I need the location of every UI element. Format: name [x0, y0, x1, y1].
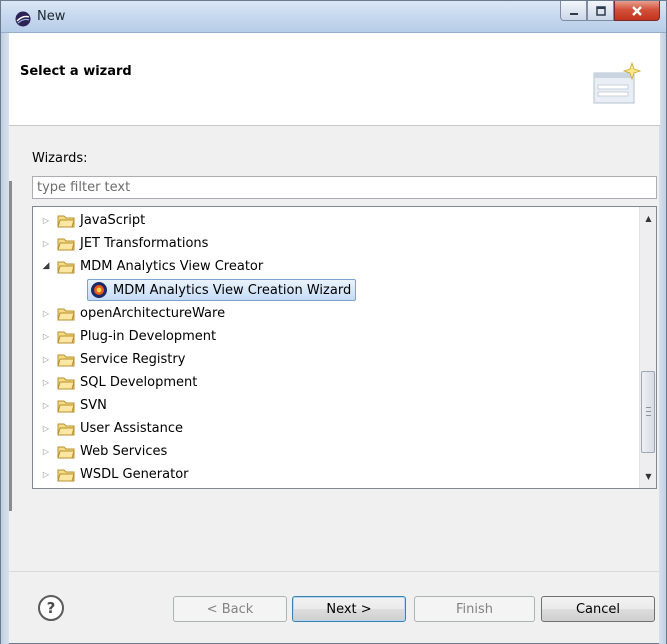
folder-open-icon: [57, 261, 75, 273]
tree-item-label: JavaScript: [80, 213, 146, 228]
window-title: New: [37, 9, 66, 24]
tree-item-javascript[interactable]: ▷ JavaScript: [33, 209, 145, 232]
wizard-tree-list: ▷ JavaScript ▷ JET Transformations ◢ MDM…: [33, 207, 639, 488]
expand-arrow-icon[interactable]: ▷: [39, 307, 53, 321]
scroll-down-arrow-icon[interactable]: ▼: [640, 468, 656, 485]
expand-arrow-icon[interactable]: ▷: [39, 214, 53, 228]
tree-item-mdm-analytics-view-creator[interactable]: ◢ MDM Analytics View Creator: [33, 255, 264, 278]
new-wizard-dialog: New Select a wizard Wizards: type filter…: [0, 0, 667, 644]
minimize-button[interactable]: [560, 1, 587, 21]
maximize-icon: [595, 5, 606, 16]
tree-item-label: SVN: [80, 398, 107, 413]
eclipse-icon: [15, 11, 31, 27]
tree-item-label: Plug-in Development: [80, 329, 217, 344]
folder-icon: [57, 215, 75, 227]
tree-item-label: MDM Analytics View Creator: [80, 259, 264, 274]
expand-arrow-icon[interactable]: ▷: [39, 376, 53, 390]
frame-edge: [9, 181, 12, 511]
tree-item-label: JET Transformations: [80, 236, 209, 251]
tree-item-plug-in-development[interactable]: ▷ Plug-in Development: [33, 325, 216, 348]
wizard-banner: Select a wizard: [9, 33, 660, 126]
tree-item-wsdl-generator[interactable]: ▷ WSDL Generator: [33, 463, 189, 486]
help-icon: ?: [46, 599, 56, 617]
expand-arrow-icon[interactable]: ▷: [39, 468, 53, 482]
close-icon: [632, 5, 642, 16]
footer-separator: [9, 571, 660, 572]
folder-icon: [57, 238, 75, 250]
title-bar[interactable]: New: [1, 1, 666, 33]
folder-icon: [57, 423, 75, 435]
expand-arrow-icon[interactable]: ▷: [39, 445, 53, 459]
folder-icon: [57, 469, 75, 481]
window-controls: [560, 1, 660, 23]
scrollbar-grip-icon: [646, 407, 651, 416]
expand-arrow-icon[interactable]: ▷: [39, 353, 53, 367]
tree-item-label: MDM Analytics View Creation Wizard: [113, 282, 352, 298]
minimize-icon: [569, 12, 578, 15]
wizards-label: Wizards:: [32, 151, 88, 166]
tree-item-user-assistance[interactable]: ▷ User Assistance: [33, 417, 183, 440]
next-button[interactable]: Next >: [292, 596, 406, 622]
banner-title: Select a wizard: [20, 64, 132, 79]
expand-arrow-icon[interactable]: ▷: [39, 330, 53, 344]
folder-icon: [57, 308, 75, 320]
tree-item-label: Web Services: [80, 444, 168, 459]
window-frame-right: [659, 33, 666, 644]
expand-arrow-icon[interactable]: ▷: [39, 399, 53, 413]
expand-arrow-icon[interactable]: ▷: [39, 422, 53, 436]
tree-item-service-registry[interactable]: ▷ Service Registry: [33, 348, 185, 371]
tree-item-openarchitectureware[interactable]: ▷ openArchitectureWare: [33, 302, 225, 325]
folder-icon: [57, 331, 75, 343]
folder-icon: [57, 400, 75, 412]
cancel-button[interactable]: Cancel: [541, 596, 655, 622]
tree-item-label: User Assistance: [80, 421, 184, 436]
folder-icon: [57, 354, 75, 366]
tree-item-label: WSDL Generator: [80, 467, 189, 482]
tree-item-mdm-analytics-view-creation-wizard[interactable]: MDM Analytics View Creation Wizard: [87, 279, 357, 301]
close-button[interactable]: [614, 1, 660, 21]
scroll-up-arrow-icon[interactable]: ▲: [640, 210, 656, 227]
wizard-tree[interactable]: ▷ JavaScript ▷ JET Transformations ◢ MDM…: [32, 206, 657, 489]
tree-item-label: SQL Development: [80, 375, 198, 390]
window-frame-left: [1, 33, 9, 644]
back-button[interactable]: < Back: [173, 596, 287, 622]
tree-item-svn[interactable]: ▷ SVN: [33, 394, 107, 417]
tree-item-label: openArchitectureWare: [80, 306, 226, 321]
collapse-arrow-icon[interactable]: ◢: [39, 260, 53, 274]
filter-input[interactable]: [32, 176, 657, 199]
scrollbar-thumb[interactable]: [641, 371, 655, 453]
wizard-icon: [91, 282, 107, 298]
expand-arrow-icon[interactable]: ▷: [39, 237, 53, 251]
folder-icon: [57, 377, 75, 389]
tree-item-label: Service Registry: [80, 352, 186, 367]
finish-button[interactable]: Finish: [414, 596, 535, 622]
tree-item-jet-transformations[interactable]: ▷ JET Transformations: [33, 232, 209, 255]
new-wizard-banner-icon: [593, 61, 642, 104]
tree-item-web-services[interactable]: ▷ Web Services: [33, 440, 167, 463]
tree-item-sql-development[interactable]: ▷ SQL Development: [33, 371, 197, 394]
maximize-button[interactable]: [587, 1, 614, 21]
help-button[interactable]: ?: [38, 595, 64, 621]
folder-icon: [57, 446, 75, 458]
vertical-scrollbar[interactable]: ▲ ▼: [639, 207, 656, 488]
